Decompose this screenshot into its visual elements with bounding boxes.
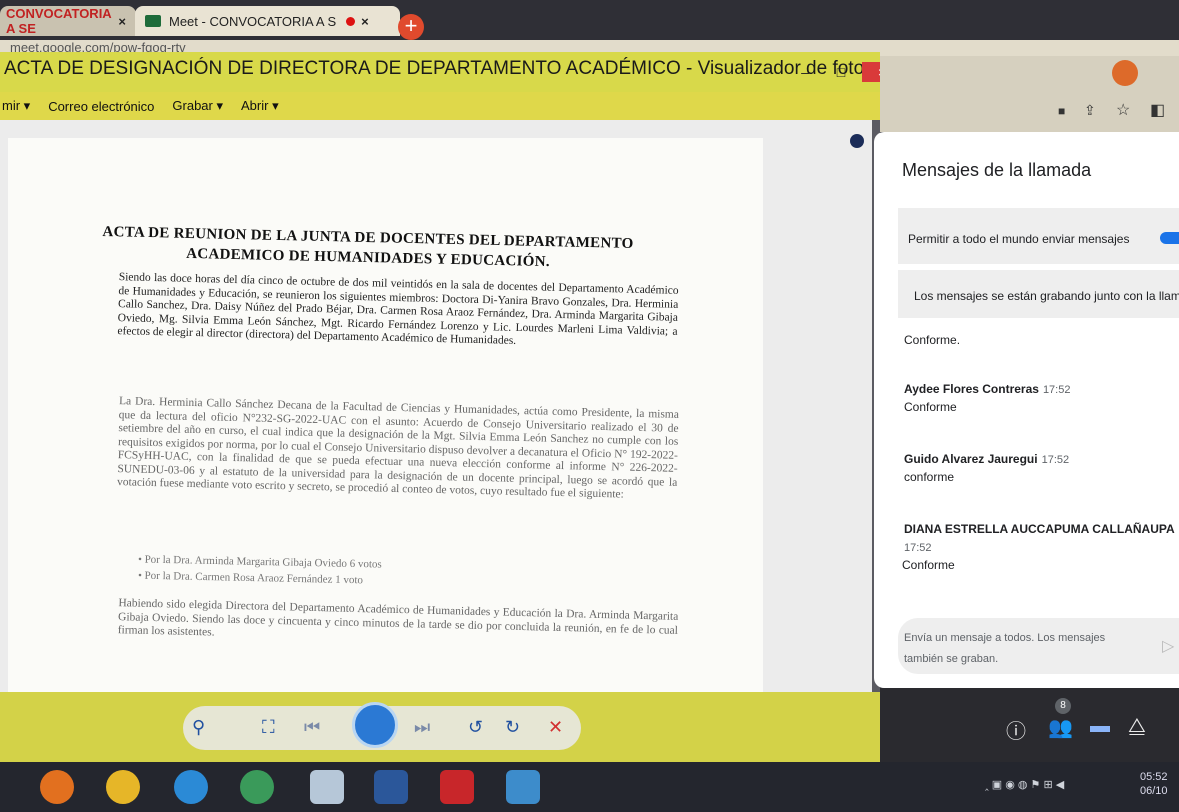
- word-icon[interactable]: [374, 770, 408, 804]
- menu-imprimir[interactable]: mir ▾: [2, 98, 30, 114]
- chat-input-placeholder[interactable]: Envía un mensaje a todos. Los mensajes t…: [904, 628, 1144, 670]
- chat-sender: DIANA ESTRELLA AUCCAPUMA CALLAÑAUPA: [904, 522, 1175, 536]
- recording-icon: [346, 16, 356, 26]
- chat-panel-title: Mensajes de la llamada: [902, 160, 1092, 180]
- document-bullet-1: • Por la Dra. Arminda Margarita Gibaja O…: [137, 553, 382, 571]
- share-icon[interactable]: ⇪: [1084, 102, 1096, 119]
- edge-icon[interactable]: [174, 770, 208, 804]
- new-tab-button[interactable]: +: [398, 14, 424, 40]
- tab-convocatoria[interactable]: CONVOCATORIA A SE ×: [0, 6, 136, 36]
- chat-sender: Guido Alvarez Jauregui: [904, 452, 1038, 466]
- menu-abrir[interactable]: Abrir ▾: [241, 98, 279, 114]
- participants-count-badge: 8: [1055, 698, 1071, 714]
- chat-message-text: Conforme.: [904, 333, 961, 347]
- meet-tab-icon: [145, 15, 161, 27]
- chat-time: 17:52: [1042, 384, 1071, 396]
- tab-label: CONVOCATORIA A SE: [6, 6, 112, 36]
- star-icon[interactable]: ☆: [1116, 100, 1130, 120]
- chat-message-text: conforme: [904, 470, 955, 484]
- clock-time: 05:52: [1140, 771, 1168, 783]
- help-icon[interactable]: [850, 134, 864, 148]
- chat-time: 17:52: [1041, 454, 1070, 466]
- allow-messages-label: Permitir a todo el mundo enviar mensajes: [908, 232, 1130, 246]
- chrome-icon[interactable]: [106, 770, 140, 804]
- previous-icon[interactable]: ⏮: [304, 717, 320, 738]
- allow-messages-toggle[interactable]: [1160, 232, 1179, 244]
- acrobat-icon[interactable]: [440, 770, 474, 804]
- maximize-button[interactable]: □: [826, 62, 856, 82]
- send-icon[interactable]: ▷: [1162, 636, 1174, 656]
- system-clock[interactable]: 05:52 06/10: [1140, 770, 1168, 798]
- document-image: ACTA DE REUNION DE LA JUNTA DE DOCENTES …: [8, 138, 763, 692]
- tab-meet[interactable]: Meet - CONVOCATORIA A S ×: [135, 6, 400, 36]
- tab-label: Meet - CONVOCATORIA A S: [169, 13, 337, 29]
- people-icon[interactable]: 👥: [1048, 715, 1073, 740]
- chat-message-text: Conforme: [902, 558, 955, 572]
- document-paragraph-1: Siendo las doce horas del día cinco de o…: [117, 271, 679, 347]
- chat-sender: Aydee Flores Contreras: [904, 382, 1039, 396]
- menu-correo[interactable]: Correo electrónico: [48, 99, 154, 114]
- chat-message-text: Conforme: [904, 400, 957, 414]
- rotate-right-icon[interactable]: ↻: [505, 717, 520, 738]
- document-bullet-2: • Por la Dra. Carmen Rosa Araoz Fernánde…: [137, 569, 364, 587]
- chat-message-header: Aydee Flores Contreras 17:52: [904, 380, 1070, 398]
- delete-icon[interactable]: ✕: [548, 717, 563, 738]
- document-paragraph-3: Habiendo sido elegida Directora del Depa…: [117, 597, 679, 639]
- slideshow-button[interactable]: [352, 702, 398, 748]
- chat-message-header: Guido Alvarez Jauregui 17:52: [904, 450, 1069, 468]
- file-explorer-icon[interactable]: [310, 770, 344, 804]
- camera-icon[interactable]: ■: [1058, 104, 1065, 118]
- document-paragraph-2: La Dra. Herminia Callo Sánchez Decana de…: [116, 395, 680, 501]
- profile-avatar[interactable]: [1112, 60, 1138, 86]
- viewer-menu-bar: mir ▾ Correo electrónico Grabar ▾ Abrir …: [0, 92, 880, 120]
- next-icon[interactable]: ⏭: [414, 717, 430, 738]
- system-tray[interactable]: ‸ ▣ ◉ ◍ ⚑ ⊞ ◀: [985, 778, 1064, 791]
- info-icon[interactable]: ⓘ: [1006, 715, 1026, 744]
- minimize-button[interactable]: –: [790, 62, 820, 82]
- photo-viewer-icon[interactable]: [506, 770, 540, 804]
- chat-icon[interactable]: ▬: [1090, 715, 1110, 738]
- tab-close-button[interactable]: ×: [361, 14, 369, 29]
- activities-icon[interactable]: ⧋: [1128, 715, 1146, 738]
- fit-window-icon[interactable]: ⛶: [262, 717, 275, 738]
- clock-date: 06/10: [1140, 785, 1168, 797]
- tab-close-button[interactable]: ×: [118, 14, 126, 29]
- chrome-app-icon[interactable]: [240, 770, 274, 804]
- zoom-icon[interactable]: ⚲: [192, 717, 205, 738]
- sidebar-icon[interactable]: ◧: [1150, 100, 1165, 120]
- rotate-left-icon[interactable]: ↺: [468, 717, 483, 738]
- viewer-toolbar: ⚲ ⛶ ⏮ ⏭ ↺ ↻ ✕: [0, 692, 880, 762]
- viewer-title-bar: ACTA DE DESIGNACIÓN DE DIRECTORA DE DEPA…: [0, 52, 982, 92]
- menu-grabar[interactable]: Grabar ▾: [172, 98, 223, 114]
- firefox-icon[interactable]: [40, 770, 74, 804]
- chat-time: 17:52: [904, 542, 932, 554]
- recording-notice-text: Los mensajes se están grabando junto con…: [914, 289, 1179, 303]
